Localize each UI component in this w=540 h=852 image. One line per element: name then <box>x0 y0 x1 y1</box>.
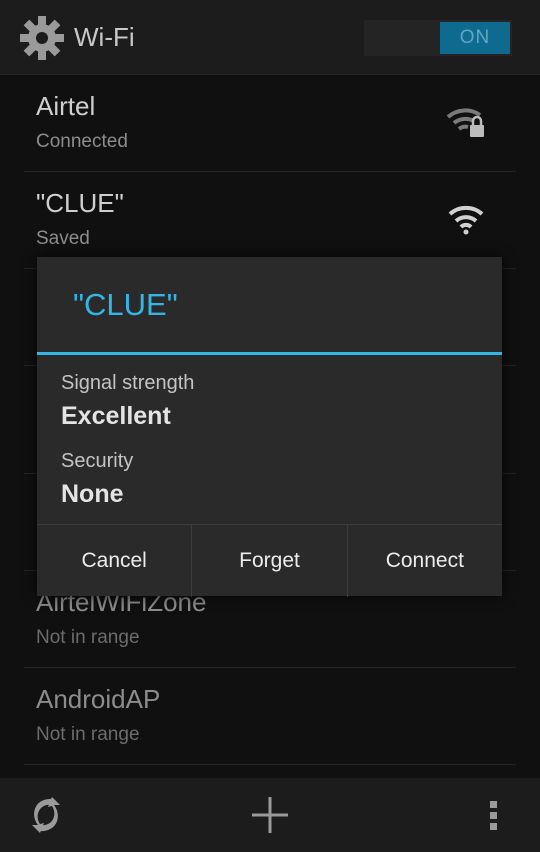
add-icon[interactable] <box>250 795 290 835</box>
toggle-on-label: ON <box>440 22 510 54</box>
dialog-button-bar: Cancel Forget Connect <box>37 524 502 597</box>
gear-icon[interactable] <box>18 14 66 62</box>
network-row-androidap[interactable]: AndroidAP Not in range <box>24 668 516 765</box>
network-details-dialog: "CLUE" Signal strength Excellent Securit… <box>37 257 502 597</box>
dialog-title-divider <box>37 352 502 355</box>
network-status: Saved <box>36 228 90 249</box>
network-name: Airtel <box>36 91 96 121</box>
bottom-bar <box>0 778 540 852</box>
signal-strength-value: Excellent <box>61 402 171 430</box>
wifi-toggle[interactable]: ON <box>364 20 512 56</box>
network-name: "CLUE" <box>36 188 124 218</box>
forget-button[interactable]: Forget <box>192 525 348 597</box>
network-row-clue[interactable]: "CLUE" Saved <box>24 172 516 269</box>
network-status: Not in range <box>36 724 140 745</box>
security-label: Security <box>61 450 134 472</box>
action-bar: Wi-Fi ON <box>0 0 540 75</box>
network-name: AndroidAP <box>36 684 161 714</box>
wps-icon[interactable] <box>24 795 68 835</box>
overflow-menu-icon[interactable] <box>486 795 502 835</box>
network-status: Connected <box>36 131 128 152</box>
security-value: None <box>61 480 124 508</box>
page-title: Wi-Fi <box>74 22 135 52</box>
connect-button[interactable]: Connect <box>348 525 502 597</box>
network-row-airtel[interactable]: Airtel Connected <box>24 75 516 172</box>
wifi-signal-icon <box>448 205 484 235</box>
dialog-title: "CLUE" <box>73 287 178 322</box>
cancel-button[interactable]: Cancel <box>37 525 193 597</box>
network-status: Not in range <box>36 627 140 648</box>
wifi-locked-icon <box>446 108 484 137</box>
signal-strength-label: Signal strength <box>61 372 195 394</box>
